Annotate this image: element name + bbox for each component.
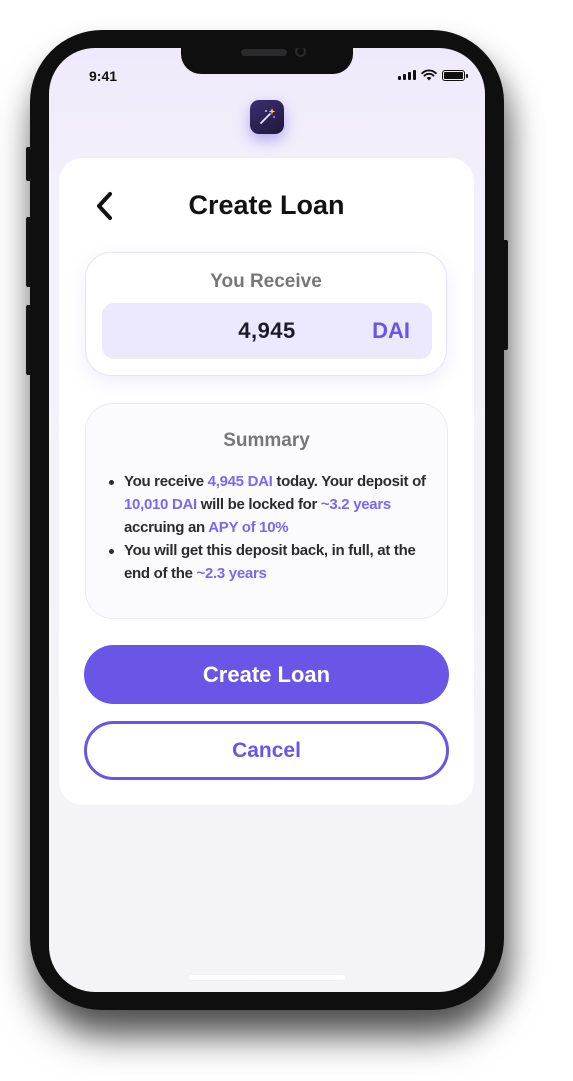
magic-wand-logo-icon [250,100,284,134]
phone-screen: 9:41 Create Loan You Receive 4,945 DAI S… [49,48,485,992]
status-icons [398,69,468,81]
cancel-button[interactable]: Cancel [84,721,449,780]
stage: 9:41 Create Loan You Receive 4,945 DAI S… [0,0,573,1081]
wifi-icon [421,69,437,81]
summary-item: You receive 4,945 DAI today. Your deposi… [108,470,427,539]
cellular-signal-icon [398,70,416,80]
summary-highlight: ~2.3 years [196,565,267,582]
front-camera [295,48,306,57]
summary-text: today. Your deposit of [272,473,426,490]
speaker [241,49,287,56]
summary-highlight: ~3.2 years [320,496,391,513]
summary-text: will be locked for [196,496,321,513]
page-title: Create Loan [188,190,345,220]
create-loan-button[interactable]: Create Loan [84,645,449,704]
summary-text: accruing an [124,519,209,536]
summary-text: You receive [124,473,208,490]
receive-label: You Receive [210,271,322,292]
summary-highlight: 10,010 DAI [124,496,197,513]
battery-icon [442,69,468,81]
summary-item: You will get this deposit back, in full,… [108,539,427,585]
summary-title: Summary [223,430,310,451]
create-loan-card: Create Loan You Receive 4,945 DAI Summar… [59,158,474,805]
summary-highlight: APY of 10% [208,519,289,536]
currency-label: DAI [372,318,410,343]
summary-list: You receive 4,945 DAI today. Your deposi… [108,470,427,585]
receive-panel: You Receive 4,945 DAI [85,252,447,376]
status-time: 9:41 [89,68,118,84]
summary-highlight: 4,945 DAI [207,473,273,490]
home-indicator [189,975,345,980]
receive-amount-field[interactable]: 4,945 DAI [102,303,432,359]
notch [181,48,353,74]
summary-text: You will get this deposit back, in full,… [124,542,416,582]
summary-panel: Summary You receive 4,945 DAI today. You… [85,403,448,619]
